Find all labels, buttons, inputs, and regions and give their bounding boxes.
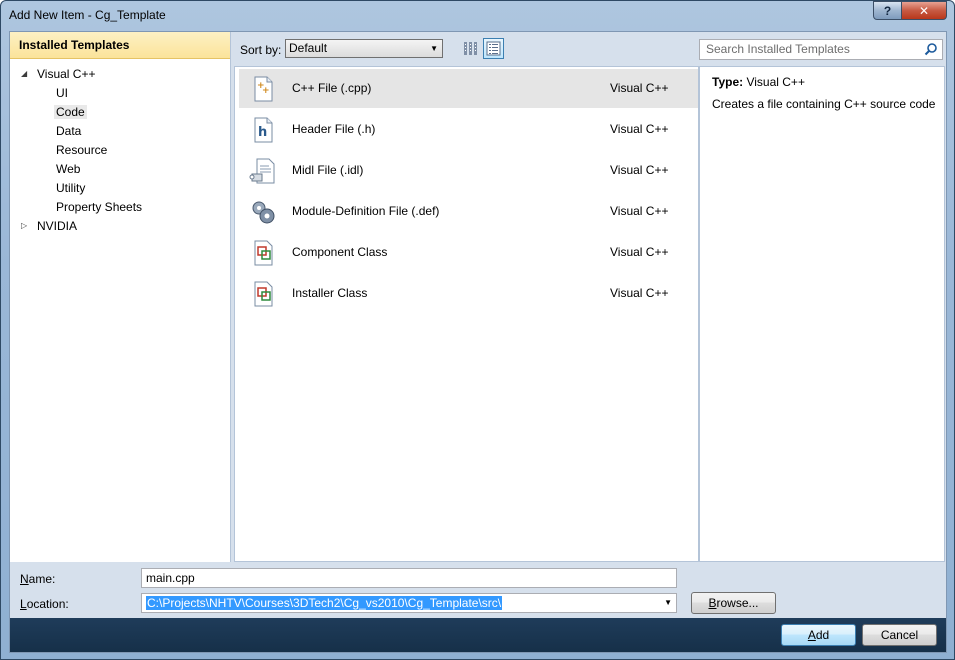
cpp-file-icon: + + <box>249 75 277 103</box>
tree-item-label: Resource <box>56 143 108 157</box>
type-value: Visual C++ <box>746 75 805 89</box>
name-input[interactable]: main.cpp <box>141 568 677 588</box>
tree-item-label: Code <box>54 105 87 119</box>
template-name: C++ File (.cpp) <box>292 81 372 95</box>
template-language: Visual C++ <box>610 81 669 95</box>
template-description: Creates a file containing C++ source cod… <box>712 97 936 111</box>
template-name: Midl File (.idl) <box>292 163 364 177</box>
tree-item-data[interactable]: Data <box>56 122 81 141</box>
expanded-arrow-icon[interactable]: ◢ <box>21 69 31 79</box>
installer-class-icon <box>249 280 277 308</box>
template-row[interactable]: Module-Definition File (.def) Visual C++ <box>239 192 698 231</box>
dropdown-arrow-icon[interactable]: ▼ <box>664 594 672 612</box>
installed-templates-panel: Installed Templates ◢ Visual C++ UI Code Dat… <box>10 32 231 562</box>
location-combobox[interactable]: C:\Projects\NHTV\Courses\3DTech2\Cg_vs20… <box>141 593 677 613</box>
list-toolbar: Sort by: Default ▼ <box>234 32 696 66</box>
template-row[interactable]: Installer Class Visual C++ <box>239 274 698 313</box>
search-placeholder: Search Installed Templates <box>706 42 850 56</box>
item-form: Name: main.cpp Location: C:\Projects\NHT… <box>10 562 946 618</box>
location-value: C:\Projects\NHTV\Courses\3DTech2\Cg_vs20… <box>146 596 503 610</box>
tree-item-resource[interactable]: Resource <box>56 141 107 160</box>
template-row[interactable]: Component Class Visual C++ <box>239 233 698 272</box>
template-language: Visual C++ <box>610 204 669 218</box>
installed-templates-header: Installed Templates <box>10 32 230 59</box>
template-list: + + C++ File (.cpp) Visual C++ h Header File … <box>234 66 699 562</box>
template-language: Visual C++ <box>610 163 669 177</box>
tree-item-utility[interactable]: Utility <box>56 179 85 198</box>
add-new-item-dialog: Add New Item - Cg_Template ? ✕ Installed… <box>0 0 955 660</box>
close-button[interactable]: ✕ <box>901 1 947 20</box>
tree-item-label: NVIDIA <box>37 219 78 233</box>
tree-item-label: Visual C++ <box>37 67 96 81</box>
tree-item-code[interactable]: Code <box>54 103 87 122</box>
cancel-button[interactable]: Cancel <box>862 624 937 646</box>
window-title: Add New Item - Cg_Template <box>9 8 166 22</box>
dialog-client-area: Installed Templates ◢ Visual C++ UI Code Dat… <box>9 31 947 653</box>
add-button[interactable]: Add <box>781 624 856 646</box>
template-row[interactable]: h Header File (.h) Visual C++ <box>239 110 698 149</box>
svg-text:h: h <box>258 125 267 140</box>
location-label: Location: <box>20 597 69 611</box>
svg-text:+: + <box>262 86 270 96</box>
details-view-button[interactable] <box>483 38 504 59</box>
component-class-icon <box>249 239 277 267</box>
template-name: Component Class <box>292 245 388 259</box>
browse-button[interactable]: Browse... <box>691 592 776 614</box>
tree-item-web[interactable]: Web <box>56 160 80 179</box>
tree-item-label: UI <box>56 86 68 100</box>
tree-item-label: Utility <box>56 181 86 195</box>
template-row[interactable]: + + C++ File (.cpp) Visual C++ <box>239 69 698 108</box>
type-label: Type: <box>712 75 744 89</box>
template-row[interactable]: Midl File (.idl) Visual C++ <box>239 151 698 190</box>
tree-item-nvidia[interactable]: ▷ NVIDIA <box>21 217 78 236</box>
tree-item-property-sheets[interactable]: Property Sheets <box>56 198 142 217</box>
sort-by-value: Default <box>289 41 328 55</box>
tree-item-visual-c-[interactable]: ◢ Visual C++ <box>21 65 96 84</box>
sort-by-dropdown[interactable]: Default ▼ <box>285 39 443 58</box>
template-language: Visual C++ <box>610 286 669 300</box>
title-bar[interactable]: Add New Item - Cg_Template ? ✕ <box>1 1 954 31</box>
dropdown-arrow-icon: ▼ <box>430 44 438 53</box>
header-file-icon: h <box>249 116 277 144</box>
collapsed-arrow-icon[interactable]: ▷ <box>21 221 31 231</box>
search-icon[interactable] <box>924 42 938 56</box>
help-button[interactable]: ? <box>873 1 902 20</box>
name-label: Name: <box>20 572 56 586</box>
tree-item-ui[interactable]: UI <box>56 84 68 103</box>
template-name: Header File (.h) <box>292 122 376 136</box>
template-type: Type: Visual C++ <box>712 75 805 89</box>
midl-file-icon <box>249 157 277 185</box>
dialog-footer: Add Cancel <box>10 618 946 652</box>
tree-item-label: Web <box>56 162 81 176</box>
search-installed-templates-input[interactable]: Search Installed Templates <box>699 39 943 60</box>
sort-by-label: Sort by: <box>240 43 282 57</box>
tree-item-label: Property Sheets <box>56 200 143 214</box>
template-details-panel: Type: Visual C++ Creates a file containi… <box>699 66 945 562</box>
medium-icons-view-button[interactable] <box>460 38 481 59</box>
medium-icons-view-icon <box>464 42 477 55</box>
template-name: Installer Class <box>292 286 368 300</box>
details-view-icon <box>486 41 501 56</box>
tree-item-label: Data <box>56 124 82 138</box>
module-definition-icon <box>249 198 277 226</box>
template-name: Module-Definition File (.def) <box>292 204 440 218</box>
template-language: Visual C++ <box>610 245 669 259</box>
template-language: Visual C++ <box>610 122 669 136</box>
